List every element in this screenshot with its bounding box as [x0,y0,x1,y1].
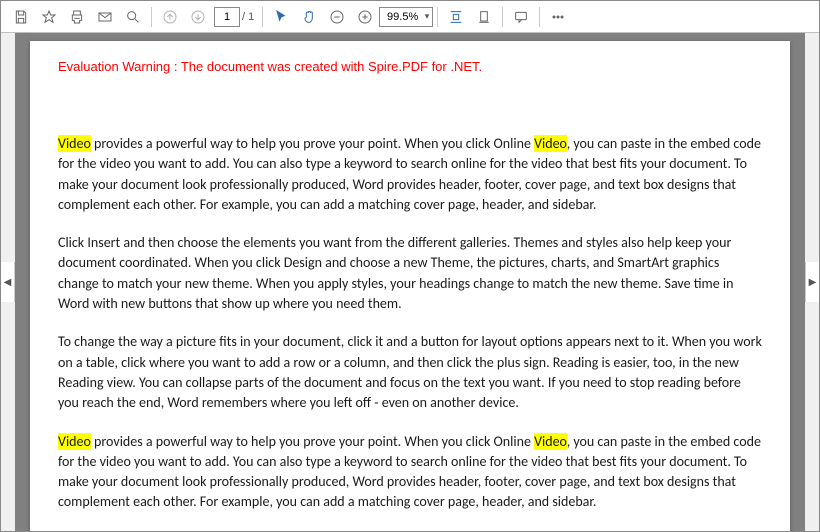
document-viewer: ◀ ▶ Evaluation Warning : The document wa… [1,33,819,531]
paragraph-2: Click Insert and then choose the element… [58,233,762,314]
separator [262,7,263,27]
scroll-area[interactable]: Evaluation Warning : The document was cr… [15,33,805,531]
hand-icon[interactable] [295,3,323,31]
search-icon[interactable] [119,3,147,31]
paragraph-4: Video provides a powerful way to help yo… [58,432,762,513]
more-icon[interactable] [544,3,572,31]
pdf-page: Evaluation Warning : The document was cr… [30,41,790,531]
page-total-label: / 1 [242,11,254,23]
highlight: Video [58,135,91,152]
save-icon[interactable] [7,3,35,31]
print-icon[interactable] [63,3,91,31]
separator [539,7,540,27]
zoom-out-icon[interactable] [323,3,351,31]
separator [502,7,503,27]
highlight: Video [534,135,567,152]
mail-icon[interactable] [91,3,119,31]
paragraph-3: To change the way a picture fits in your… [58,332,762,413]
panel-expand-left[interactable]: ◀ [1,262,15,302]
fit-width-icon[interactable] [442,3,470,31]
zoom-input[interactable] [379,7,433,27]
comment-icon[interactable] [507,3,535,31]
page-number-input[interactable] [214,7,240,27]
separator [437,7,438,27]
evaluation-warning: Evaluation Warning : The document was cr… [58,59,762,74]
pointer-icon[interactable] [267,3,295,31]
page-down-icon[interactable] [184,3,212,31]
star-icon[interactable] [35,3,63,31]
paragraph-1: Video provides a powerful way to help yo… [58,134,762,215]
panel-expand-right[interactable]: ▶ [805,262,819,302]
fit-page-icon[interactable] [470,3,498,31]
toolbar: / 1 [1,1,819,33]
page-up-icon[interactable] [156,3,184,31]
separator [151,7,152,27]
highlight: Video [58,433,91,450]
zoom-in-icon[interactable] [351,3,379,31]
highlight: Video [534,433,567,450]
